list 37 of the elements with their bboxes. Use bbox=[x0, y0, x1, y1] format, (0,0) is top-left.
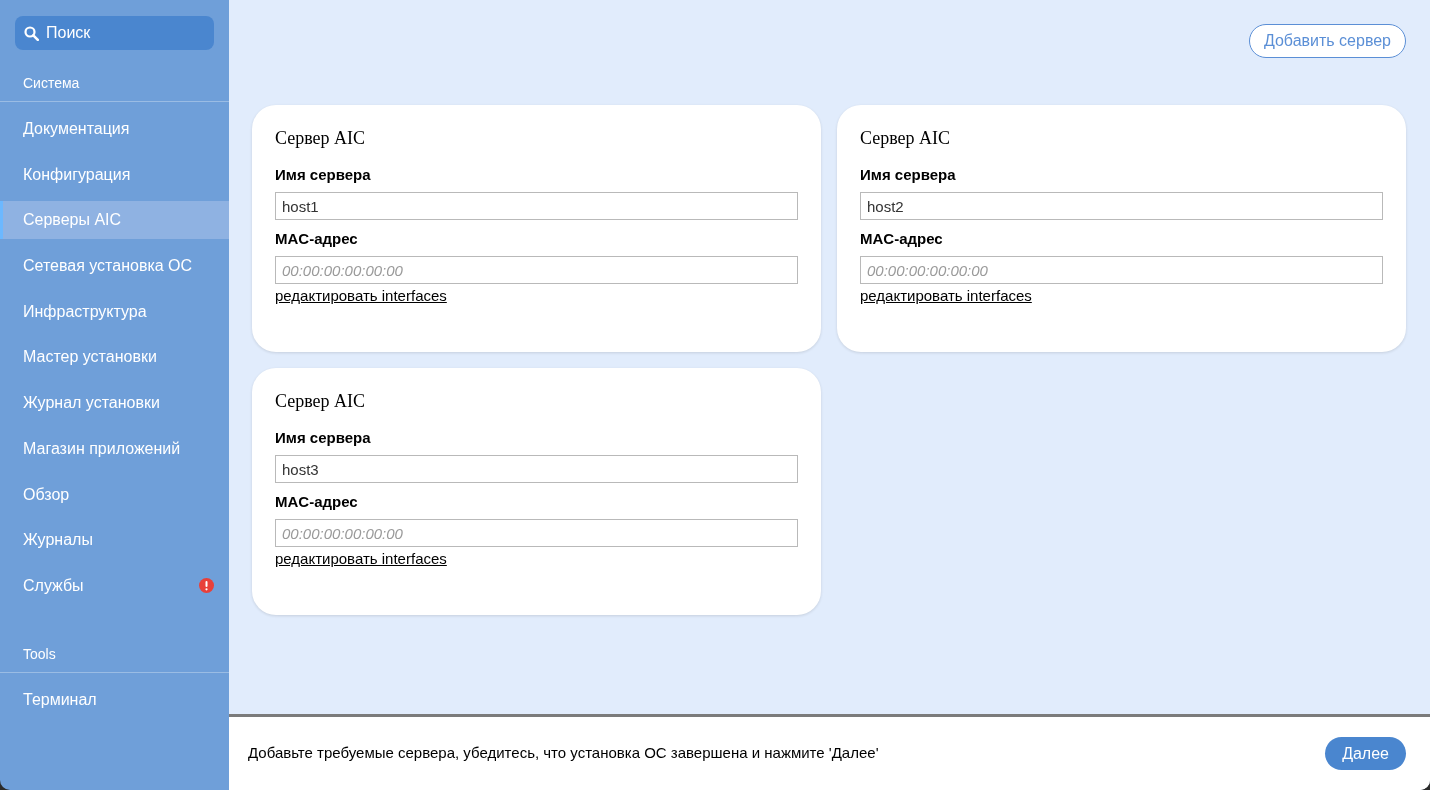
field-label: Имя сервера bbox=[275, 428, 371, 448]
sidebar-item[interactable]: Обзор bbox=[0, 475, 229, 514]
field-label: MAC-адрес bbox=[275, 229, 358, 249]
add-server-button[interactable]: Добавить сервер bbox=[1248, 24, 1406, 58]
field-label: Имя сервера bbox=[860, 165, 956, 185]
search-field[interactable]: Поиск bbox=[15, 16, 214, 50]
field-label: MAC-адрес bbox=[275, 492, 358, 512]
mac-address-field[interactable]: 00:00:00:00:00:00 bbox=[275, 256, 798, 284]
sidebar-item[interactable]: Журнал установки bbox=[0, 384, 229, 423]
card-title: Сервер AIC bbox=[860, 127, 951, 149]
field-label: Имя сервера bbox=[275, 165, 371, 185]
sidebar-item[interactable]: Службы bbox=[0, 566, 229, 605]
sidebar-item[interactable]: Документация bbox=[0, 110, 229, 148]
sidebar-item[interactable]: Конфигурация bbox=[0, 155, 229, 194]
sidebar-item[interactable]: Журналы bbox=[0, 521, 229, 560]
sidebar-item[interactable]: Сетевая установка ОС bbox=[0, 247, 229, 286]
card-title: Сервер AIC bbox=[275, 127, 366, 149]
edit-interfaces-link[interactable]: редактировать interfaces bbox=[275, 549, 447, 569]
mac-address-field[interactable]: 00:00:00:00:00:00 bbox=[860, 256, 1383, 284]
sidebar-item[interactable]: Инфраструктура bbox=[0, 292, 229, 331]
sidebar-item[interactable]: Терминал bbox=[0, 680, 229, 719]
edit-interfaces-link[interactable]: редактировать interfaces bbox=[860, 286, 1032, 306]
field-label: MAC-адрес bbox=[860, 229, 943, 249]
mac-address-field[interactable]: 00:00:00:00:00:00 bbox=[275, 519, 798, 547]
card-title: Сервер AIC bbox=[275, 390, 366, 412]
server-name-field[interactable]: host2 bbox=[860, 192, 1383, 220]
sidebar-item[interactable]: Серверы AIC bbox=[0, 201, 229, 240]
sidebar-item[interactable]: Магазин приложений bbox=[0, 429, 229, 468]
search-icon bbox=[24, 26, 39, 41]
next-button[interactable]: Далее bbox=[1325, 737, 1406, 770]
server-name-field[interactable]: host3 bbox=[275, 455, 798, 483]
instruction-text: Добавьте требуемые сервера, убедитесь, что установка ОС завершена и нажмите 'Далее' bbox=[248, 743, 879, 764]
server-name-field[interactable]: host1 bbox=[275, 192, 798, 220]
edit-interfaces-link[interactable]: редактировать interfaces bbox=[275, 286, 447, 306]
section-title: Tools bbox=[23, 644, 56, 664]
section-title: Система bbox=[23, 74, 80, 93]
sidebar-item[interactable]: Мастер установки bbox=[0, 338, 229, 377]
